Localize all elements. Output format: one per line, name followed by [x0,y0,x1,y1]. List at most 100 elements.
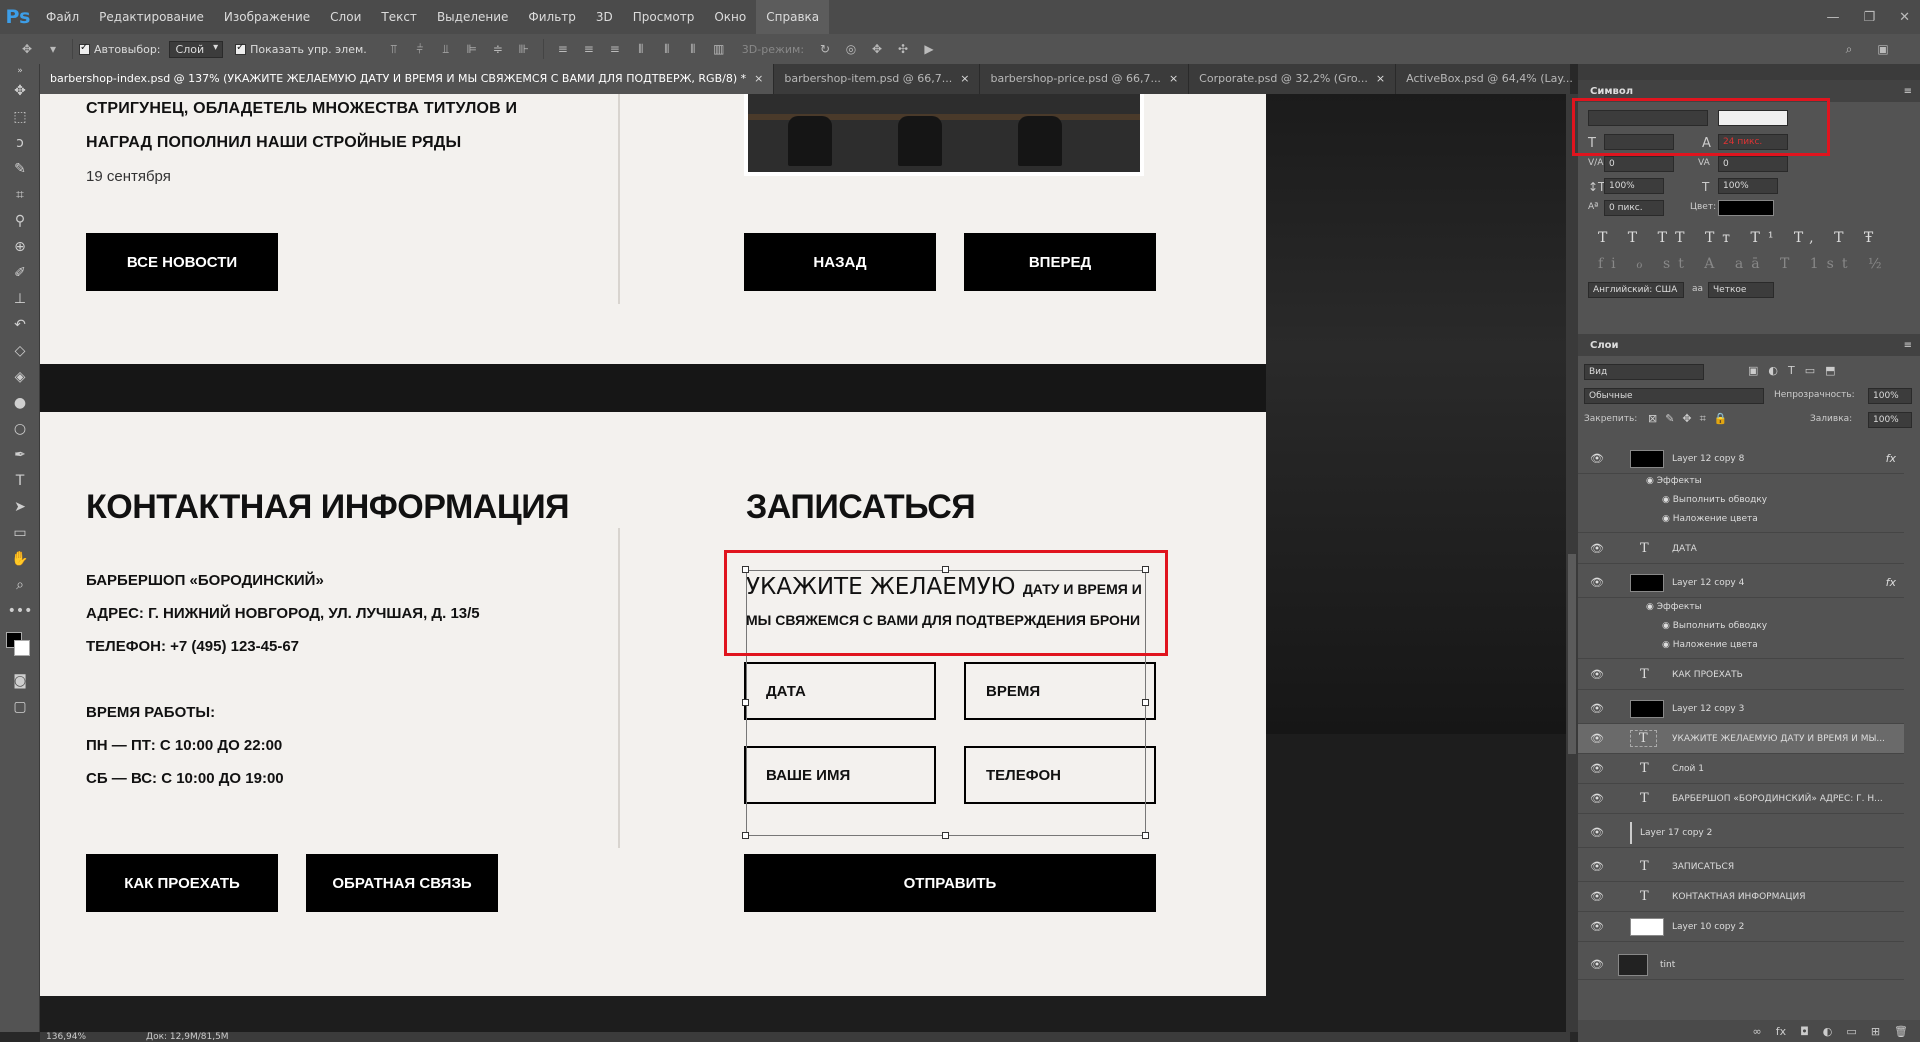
eye-icon[interactable]: 👁 [1590,958,1604,971]
layer-row[interactable]: 👁 T Слой 1 [1578,754,1904,784]
menu-view[interactable]: Просмотр [623,0,705,34]
feedback-button[interactable]: ОБРАТНАЯ СВЯЗЬ [306,854,498,912]
align-vcenter-icon[interactable]: ⫩ [411,42,429,56]
eye-icon[interactable]: ◉ [1662,495,1673,505]
distribute-right-icon[interactable]: ⦀ [684,42,702,56]
close-icon[interactable]: × [960,72,969,85]
vertical-scrollbar[interactable] [1566,94,1578,1032]
shape-tool-icon[interactable]: ▭ [0,520,40,546]
layer-row[interactable]: 👁 T КОНТАКТНАЯ ИНФОРМАЦИЯ [1578,882,1904,912]
menu-edit[interactable]: Редактирование [89,0,214,34]
layer-row[interactable]: 👁 T КАК ПРОЕХАТЬ [1578,660,1904,690]
quick-select-tool-icon[interactable]: ✎ [0,156,40,182]
pen-tool-icon[interactable]: ✒ [0,442,40,468]
eyedropper-tool-icon[interactable]: ⚲ [0,208,40,234]
stamp-tool-icon[interactable]: ⊥ [0,286,40,312]
transform-handle[interactable] [742,832,749,839]
close-icon[interactable]: × [754,72,763,85]
text-color-swatch[interactable] [1718,200,1774,216]
background-color-icon[interactable] [14,640,30,656]
eye-icon[interactable]: 👁 [1590,792,1604,805]
3d-slide-icon[interactable]: ✣ [894,42,912,56]
add-mask-icon[interactable]: ◘ [1800,1025,1809,1038]
adjustment-layer-icon[interactable]: ◐ [1823,1025,1833,1038]
layer-row[interactable]: 👁 T ЗАПИСАТЬСЯ [1578,852,1904,882]
submit-button[interactable]: ОТПРАВИТЬ [744,854,1156,912]
eye-icon[interactable]: 👁 [1590,542,1604,555]
tab-barbershop-price[interactable]: barbershop-price.psd @ 66,7... × [980,64,1190,94]
baseline-field[interactable]: 0 пикс. [1604,200,1664,216]
eye-icon[interactable]: 👁 [1590,890,1604,903]
collapse-icon[interactable]: » [0,64,40,78]
distribute-bottom-icon[interactable]: ≡ [606,42,624,56]
layer-filter-icons[interactable]: ▣◐T▭⬒ [1748,364,1846,377]
scroll-thumb[interactable] [1568,554,1576,754]
brush-tool-icon[interactable]: ✐ [0,260,40,286]
transform-handle[interactable] [742,699,749,706]
character-tab[interactable]: Символ [1586,86,1637,97]
zoom-level[interactable]: 136,94% [46,1032,86,1042]
eye-icon[interactable]: 👁 [1590,826,1604,839]
tab-barbershop-item[interactable]: barbershop-item.psd @ 66,7... × [774,64,981,94]
3d-rotate-icon[interactable]: ↻ [816,42,834,56]
auto-align-icon[interactable]: ▥ [710,42,728,56]
show-controls-checkbox[interactable] [235,42,247,55]
restore-icon[interactable]: ❐ [1863,10,1875,25]
hand-tool-icon[interactable]: ✋ [0,546,40,572]
eye-icon[interactable]: ◉ [1662,514,1673,524]
eye-icon[interactable]: 👁 [1590,860,1604,873]
canvas[interactable]: СТРИГУНЕЦ, ОБЛАДЕТЕЛЬ МНОЖЕСТВА ТИТУЛОВ … [40,94,1568,1032]
fx-icon[interactable]: fx [1886,452,1896,465]
menu-type[interactable]: Текст [371,0,427,34]
gradient-tool-icon[interactable]: ◈ [0,364,40,390]
path-select-tool-icon[interactable]: ➤ [0,494,40,520]
search-icon[interactable]: ⌕ [1840,42,1858,56]
zoom-tool-icon[interactable]: ⌕ [0,572,40,598]
new-group-icon[interactable]: ▭ [1846,1025,1856,1038]
move-tool-icon[interactable]: ✥ [18,42,36,56]
menu-layers[interactable]: Слои [320,0,371,34]
marquee-tool-icon[interactable]: ⬚ [0,104,40,130]
more-tools-icon[interactable]: ••• [0,598,40,624]
layer-row[interactable]: 👁 tint [1578,950,1904,980]
back-button[interactable]: НАЗАД [744,233,936,291]
layer-row[interactable]: 👁 Layer 12 copy 3 [1578,694,1904,724]
type-tool-icon[interactable]: T [0,468,40,494]
transform-handle[interactable] [942,832,949,839]
layers-tab[interactable]: Слои [1586,340,1623,351]
eye-icon[interactable]: 👁 [1590,762,1604,775]
distribute-vcenter-icon[interactable]: ≡ [580,42,598,56]
vertical-scale-field[interactable]: 100% [1604,178,1664,194]
minimize-icon[interactable]: — [1826,10,1839,25]
menu-help[interactable]: Справка [756,0,830,34]
distribute-left-icon[interactable]: ⦀ [632,42,650,56]
healing-tool-icon[interactable]: ⊕ [0,234,40,260]
workspace-icon[interactable]: ▣ [1874,42,1892,56]
history-brush-icon[interactable]: ↶ [0,312,40,338]
tab-corporate[interactable]: Corporate.psd @ 32,2% (Gro... × [1189,64,1397,94]
fill-field[interactable]: 100% [1868,412,1912,428]
fx-icon[interactable]: fx [1776,1025,1786,1038]
menu-3d[interactable]: 3D [586,0,623,34]
distribute-top-icon[interactable]: ≡ [554,42,572,56]
distribute-hcenter-icon[interactable]: ⦀ [658,42,676,56]
panel-menu-icon[interactable]: ≡ [1904,86,1912,97]
menu-file[interactable]: Файл [36,0,89,34]
opentype-buttons[interactable]: fi ℴ st A aā T 1st ½ [1598,256,1890,272]
eye-icon[interactable]: 👁 [1590,668,1604,681]
eye-icon[interactable]: 👁 [1590,452,1604,465]
eye-icon[interactable]: 👁 [1590,576,1604,589]
forward-button[interactable]: ВПЕРЕД [964,233,1156,291]
eye-icon[interactable]: ◉ [1646,476,1657,486]
blur-tool-icon[interactable]: ● [0,390,40,416]
autoselect-checkbox[interactable] [79,42,90,55]
tab-barbershop-index[interactable]: barbershop-index.psd @ 137% (УКАЖИТЕ ЖЕЛ… [40,64,775,94]
close-icon[interactable]: ✕ [1899,10,1910,25]
blend-mode-dropdown[interactable]: Обычные [1584,388,1764,404]
layer-row[interactable]: 👁 Layer 12 copy 4 fx [1578,568,1904,598]
3d-pan-icon[interactable]: ✥ [868,42,886,56]
move-tool-icon[interactable]: ✥ [0,78,40,104]
crop-tool-icon[interactable]: ⌗ [0,182,40,208]
align-left-icon[interactable]: ⊫ [463,42,481,56]
kerning-field[interactable]: 0 [1604,156,1674,172]
